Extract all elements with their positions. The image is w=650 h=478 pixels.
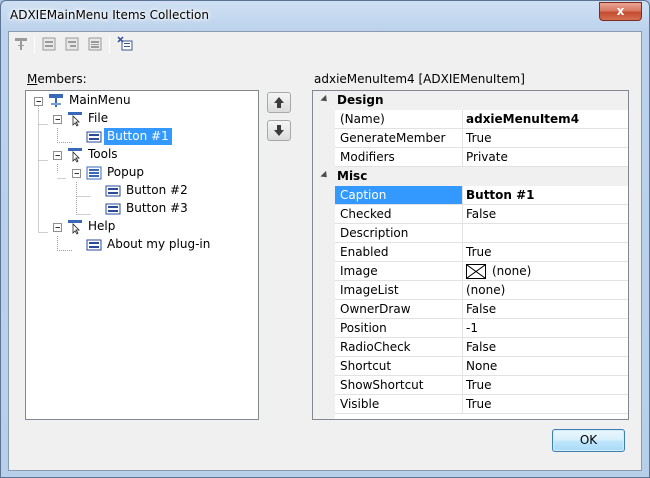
property-name: (Name) <box>340 112 385 126</box>
property-name: Shortcut <box>340 359 392 373</box>
button-icon <box>105 203 121 215</box>
category-row-design[interactable]: Design <box>313 91 628 110</box>
property-name: GenerateMember <box>340 131 446 145</box>
property-name: OwnerDraw <box>340 302 411 316</box>
property-row[interactable]: Visible True <box>313 395 628 414</box>
property-row[interactable]: Shortcut None <box>313 357 628 376</box>
add-item-icon[interactable] <box>41 36 57 52</box>
property-grid[interactable]: Design (Name) adxieMenuItem4 GenerateMember… <box>312 90 629 420</box>
property-name: Caption <box>340 188 387 202</box>
property-value-cell <box>463 224 628 243</box>
property-name: Image <box>340 264 378 278</box>
add-separator-icon[interactable] <box>87 36 103 52</box>
title-bar[interactable]: ADXIEMainMenu Items Collection x <box>1 1 649 31</box>
property-row[interactable]: RadioCheck False <box>313 338 628 357</box>
property-grid-header: adxieMenuItem4 [ADXIEMenuItem] <box>314 72 525 86</box>
property-row[interactable]: ShowShortcut True <box>313 376 628 395</box>
close-button[interactable]: x <box>599 2 642 21</box>
dialog-client-area: Members: MainMenu File Button #1 Tools P… <box>8 31 642 471</box>
property-value-cell <box>463 262 628 281</box>
property-name: ImageList <box>340 283 399 297</box>
property-row[interactable]: Modifiers Private <box>313 148 628 167</box>
button-icon <box>86 239 102 251</box>
tree-node-label: Button #1 <box>104 128 172 145</box>
property-name: RadioCheck <box>340 340 411 354</box>
property-value[interactable]: None <box>466 357 497 376</box>
property-name: ShowShortcut <box>340 378 424 392</box>
property-name: Modifiers <box>340 150 395 164</box>
property-row[interactable]: Description <box>313 224 628 243</box>
toolbar-separator <box>34 36 35 53</box>
property-value[interactable]: -1 <box>466 319 478 338</box>
property-name: Visible <box>340 397 380 411</box>
popup-icon <box>68 148 82 163</box>
tree-node-label: Help <box>88 219 116 233</box>
move-up-button[interactable] <box>267 92 291 113</box>
move-down-button[interactable] <box>267 120 291 141</box>
tree-node-label: About my plug-in <box>107 237 211 251</box>
arrow-down-icon <box>274 125 284 136</box>
property-value[interactable]: (none) <box>466 281 505 300</box>
category-name: Design <box>337 93 384 107</box>
property-value[interactable]: False <box>466 338 496 357</box>
tree-node-label: Button #3 <box>126 201 188 215</box>
property-value[interactable]: (none) <box>492 262 531 281</box>
toolbar-separator <box>109 36 110 53</box>
tree-node-label: Button #2 <box>126 183 188 197</box>
property-row[interactable]: ImageList (none) <box>313 281 628 300</box>
property-row[interactable]: GenerateMember True <box>313 129 628 148</box>
property-name: Position <box>340 321 387 335</box>
tree-node-label: Popup <box>107 165 144 179</box>
property-row[interactable]: Checked False <box>313 205 628 224</box>
property-value[interactable]: True <box>466 243 492 262</box>
button-icon <box>86 131 102 143</box>
property-value[interactable]: True <box>466 129 492 148</box>
submenu-icon <box>86 166 102 180</box>
add-sub-item-icon[interactable] <box>64 36 80 52</box>
popup-icon <box>68 112 82 127</box>
delete-icon[interactable] <box>117 36 133 52</box>
image-placeholder-icon <box>466 264 486 279</box>
property-value-cell <box>463 319 628 338</box>
property-name: Description <box>340 226 409 240</box>
property-row[interactable]: Enabled True <box>313 243 628 262</box>
tree-node-label: File <box>88 111 109 125</box>
property-value[interactable]: False <box>466 300 496 319</box>
property-value[interactable]: adxieMenuItem4 <box>466 110 579 129</box>
window-title: ADXIEMainMenu Items Collection <box>10 8 209 22</box>
category-name: Misc <box>337 169 368 183</box>
add-root-item-icon[interactable] <box>14 36 30 52</box>
property-value[interactable]: Button #1 <box>466 186 535 205</box>
property-row[interactable]: (Name) adxieMenuItem4 <box>313 110 628 129</box>
toolbar <box>9 32 641 58</box>
property-row[interactable]: Image (none) <box>313 262 628 281</box>
collapse-triangle-icon[interactable] <box>320 170 330 181</box>
property-value[interactable]: True <box>466 376 492 395</box>
property-row[interactable]: Caption Button #1 <box>313 186 628 205</box>
ok-button[interactable]: OK <box>552 429 625 452</box>
category-row-misc[interactable]: Misc <box>313 167 628 186</box>
property-name: Checked <box>340 207 392 221</box>
tree-node-label: Tools <box>88 147 118 161</box>
property-value[interactable]: False <box>466 205 496 224</box>
button-icon <box>105 185 121 197</box>
arrow-up-icon <box>274 97 284 108</box>
property-name: Enabled <box>340 245 389 259</box>
property-row[interactable]: Position -1 <box>313 319 628 338</box>
main-menu-icon <box>49 94 63 107</box>
dialog-window: ADXIEMainMenu Items Collection x Members… <box>0 0 650 478</box>
collapse-triangle-icon[interactable] <box>320 94 330 105</box>
property-value[interactable]: Private <box>466 148 508 167</box>
members-label: Members: <box>27 72 87 86</box>
tree-node-label: MainMenu <box>69 93 131 107</box>
property-row[interactable]: OwnerDraw False <box>313 300 628 319</box>
popup-icon <box>68 220 82 235</box>
members-tree[interactable]: MainMenu File Button #1 Tools Popup Button #2… <box>25 90 259 420</box>
property-value[interactable]: True <box>466 395 492 414</box>
